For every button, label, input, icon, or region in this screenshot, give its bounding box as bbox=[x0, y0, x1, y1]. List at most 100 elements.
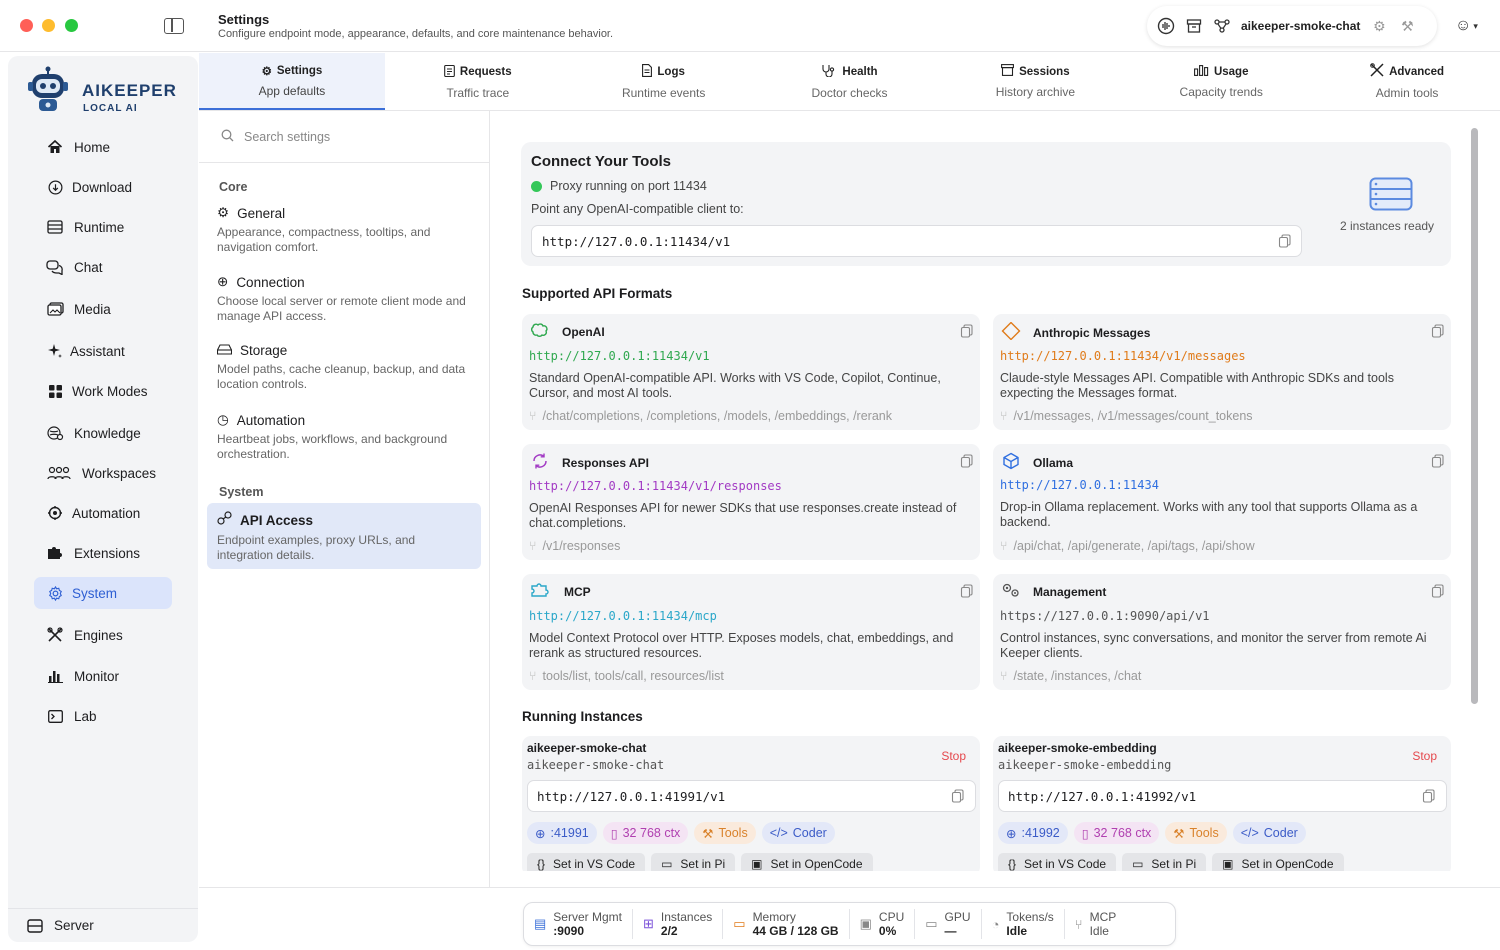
globe-icon: ⊕ bbox=[217, 274, 229, 289]
sidebar-item-workspaces[interactable]: Workspaces bbox=[34, 457, 172, 489]
account-menu[interactable]: ☺ ▾ bbox=[1455, 14, 1485, 38]
tab-logs[interactable]: Logs Runtime events bbox=[571, 53, 757, 110]
copy-icon[interactable] bbox=[1278, 234, 1292, 248]
status-value: 2/2 bbox=[660, 924, 678, 938]
minimize-window-button[interactable] bbox=[42, 19, 55, 32]
sidebar-item-monitor[interactable]: Monitor bbox=[34, 660, 172, 692]
branch-icon: ⑂ bbox=[1000, 669, 1008, 683]
sidebar-toggle-icon[interactable] bbox=[164, 18, 184, 34]
tab-advanced[interactable]: Advanced Admin tools bbox=[1314, 53, 1500, 110]
stop-button[interactable]: Stop bbox=[1412, 749, 1437, 763]
copy-icon[interactable] bbox=[960, 324, 974, 338]
tab-title: Sessions bbox=[1019, 65, 1070, 78]
instance-model: aikeeper-smoke-embedding bbox=[998, 758, 1172, 772]
sidebar-item-knowledge[interactable]: Knowledge bbox=[34, 417, 172, 449]
tab-usage[interactable]: Usage Capacity trends bbox=[1128, 53, 1314, 110]
sidebar-item-runtime[interactable]: Runtime bbox=[34, 211, 172, 243]
settings-item-general[interactable]: ⚙ General Appearance, compactness, tooltip… bbox=[207, 197, 481, 263]
sidebar-item-work-modes[interactable]: Work Modes bbox=[34, 375, 172, 407]
instances-ready: 2 instances ready bbox=[1340, 219, 1435, 233]
copy-icon[interactable] bbox=[1431, 584, 1445, 598]
status-memory: ▭ Memory 44 GB / 128 GB bbox=[723, 909, 850, 939]
memory-icon: ▭ bbox=[733, 916, 746, 931]
settings-item-connection[interactable]: ⊕ Connection Choose local server or remote… bbox=[207, 266, 481, 332]
copy-icon[interactable] bbox=[960, 584, 974, 598]
set-in-pi-button[interactable]: ▭ Set in Pi bbox=[651, 853, 736, 871]
status-label: MCP bbox=[1089, 910, 1117, 924]
set-in-opencode-button[interactable]: ▣ Set in OpenCode bbox=[741, 853, 873, 871]
home-icon bbox=[46, 138, 64, 156]
hammer-icon: ⚒ bbox=[1173, 826, 1185, 841]
sidebar-item-download[interactable]: Download bbox=[34, 171, 172, 203]
status-value: 0% bbox=[878, 924, 897, 938]
status-gpu: ▭ GPU — bbox=[915, 909, 982, 939]
search-input[interactable]: Search settings bbox=[244, 130, 330, 144]
format-url[interactable]: https://127.0.0.1:9090/api/v1 bbox=[1000, 609, 1210, 623]
copy-icon[interactable] bbox=[1431, 324, 1445, 338]
gear-icon bbox=[46, 584, 64, 602]
status-value: — bbox=[944, 924, 957, 938]
copy-icon[interactable] bbox=[1431, 454, 1445, 468]
format-url[interactable]: http://127.0.0.1:11434/v1 bbox=[529, 349, 710, 363]
set-in-opencode-button[interactable]: ▣ Set in OpenCode bbox=[1212, 853, 1344, 871]
format-url[interactable]: http://127.0.0.1:11434/mcp bbox=[529, 609, 717, 623]
sidebar-item-label: Chat bbox=[74, 259, 103, 275]
copy-icon[interactable] bbox=[951, 789, 965, 803]
sidebar-item-engines[interactable]: Engines bbox=[34, 619, 172, 651]
tab-requests[interactable]: Requests Traffic trace bbox=[385, 53, 571, 110]
format-url[interactable]: http://127.0.0.1:11434/v1/responses bbox=[529, 479, 782, 493]
robot-logo-icon bbox=[28, 66, 68, 111]
sidebar-item-automation[interactable]: Automation bbox=[34, 497, 172, 529]
set-in-pi-button[interactable]: ▭ Set in Pi bbox=[1122, 853, 1207, 871]
runtime-icon bbox=[46, 218, 64, 236]
branch-icon: ⑂ bbox=[529, 539, 537, 553]
sidebar-item-home[interactable]: Home bbox=[34, 131, 172, 163]
branch-icon: ⑂ bbox=[529, 409, 537, 423]
sidebar-item-label: Download bbox=[72, 179, 133, 195]
archive-icon[interactable] bbox=[1185, 17, 1203, 35]
sidebar-item-assistant[interactable]: Assistant bbox=[34, 335, 172, 367]
content-scrollbar[interactable] bbox=[1471, 128, 1478, 704]
settings-item-automation[interactable]: ◷ Automation Heartbeat jobs, workflows, an… bbox=[207, 404, 481, 470]
sidebar-item-chat[interactable]: Chat bbox=[34, 251, 172, 283]
stop-button[interactable]: Stop bbox=[941, 749, 966, 763]
format-url[interactable]: http://127.0.0.1:11434 bbox=[1000, 478, 1159, 492]
copy-icon[interactable] bbox=[1422, 789, 1436, 803]
sidebar-item-media[interactable]: Media bbox=[34, 293, 172, 325]
format-url[interactable]: http://127.0.0.1:11434/v1/messages bbox=[1000, 349, 1246, 363]
search-settings[interactable]: Search settings bbox=[199, 111, 489, 163]
sidebar-item-extensions[interactable]: Extensions bbox=[34, 537, 172, 569]
top-tabs: ⚙ Settings App defaults Requests Traffic tr… bbox=[199, 53, 1500, 111]
instance-card: aikeeper-smoke-chat aikeeper-smoke-chat … bbox=[522, 736, 980, 871]
server-button[interactable]: Server bbox=[8, 908, 198, 942]
server-label: Server bbox=[54, 918, 94, 933]
waveform-icon[interactable] bbox=[1157, 17, 1175, 35]
sidebar-item-lab[interactable]: Lab bbox=[34, 700, 172, 732]
tab-settings[interactable]: ⚙ Settings App defaults bbox=[199, 53, 385, 110]
format-endpoints: /v1/messages, /v1/messages/count_tokens bbox=[1013, 409, 1253, 423]
group-system-label: System bbox=[219, 485, 264, 499]
settings-item-title: Storage bbox=[240, 343, 288, 358]
instance-name: aikeeper-smoke-embedding bbox=[998, 741, 1157, 755]
zoom-window-button[interactable] bbox=[65, 19, 78, 32]
tab-sessions[interactable]: Sessions History archive bbox=[942, 53, 1128, 110]
sidebar-item-system[interactable]: System bbox=[34, 577, 172, 609]
instance-url-field[interactable]: http://127.0.0.1:41992/v1 bbox=[998, 780, 1447, 812]
status-label: Tokens/s bbox=[1006, 910, 1054, 924]
wrench-icon[interactable]: ⚒ bbox=[1398, 17, 1416, 35]
instance-url-field[interactable]: http://127.0.0.1:41991/v1 bbox=[527, 780, 976, 812]
set-in-vscode-button[interactable]: {} Set in VS Code bbox=[998, 853, 1117, 871]
settings-item-desc: Choose local server or remote client mod… bbox=[217, 294, 466, 323]
tab-health[interactable]: Health Doctor checks bbox=[757, 53, 943, 110]
settings-item-storage[interactable]: Storage Model paths, cache cleanup, backu… bbox=[207, 335, 481, 400]
gear-icon[interactable]: ⚙ bbox=[1370, 17, 1388, 35]
puzzle-icon bbox=[530, 582, 552, 601]
sidebar-item-label: Media bbox=[74, 301, 111, 317]
status-value: 44 GB / 128 GB bbox=[752, 924, 839, 938]
close-window-button[interactable] bbox=[20, 19, 33, 32]
active-instance-name[interactable]: aikeeper-smoke-chat bbox=[1241, 19, 1360, 33]
proxy-url-field[interactable]: http://127.0.0.1:11434/v1 bbox=[531, 225, 1302, 257]
set-in-vscode-button[interactable]: {} Set in VS Code bbox=[527, 853, 646, 871]
copy-icon[interactable] bbox=[960, 454, 974, 468]
settings-item-api-access[interactable]: API Access Endpoint examples, proxy URLs,… bbox=[207, 503, 481, 569]
